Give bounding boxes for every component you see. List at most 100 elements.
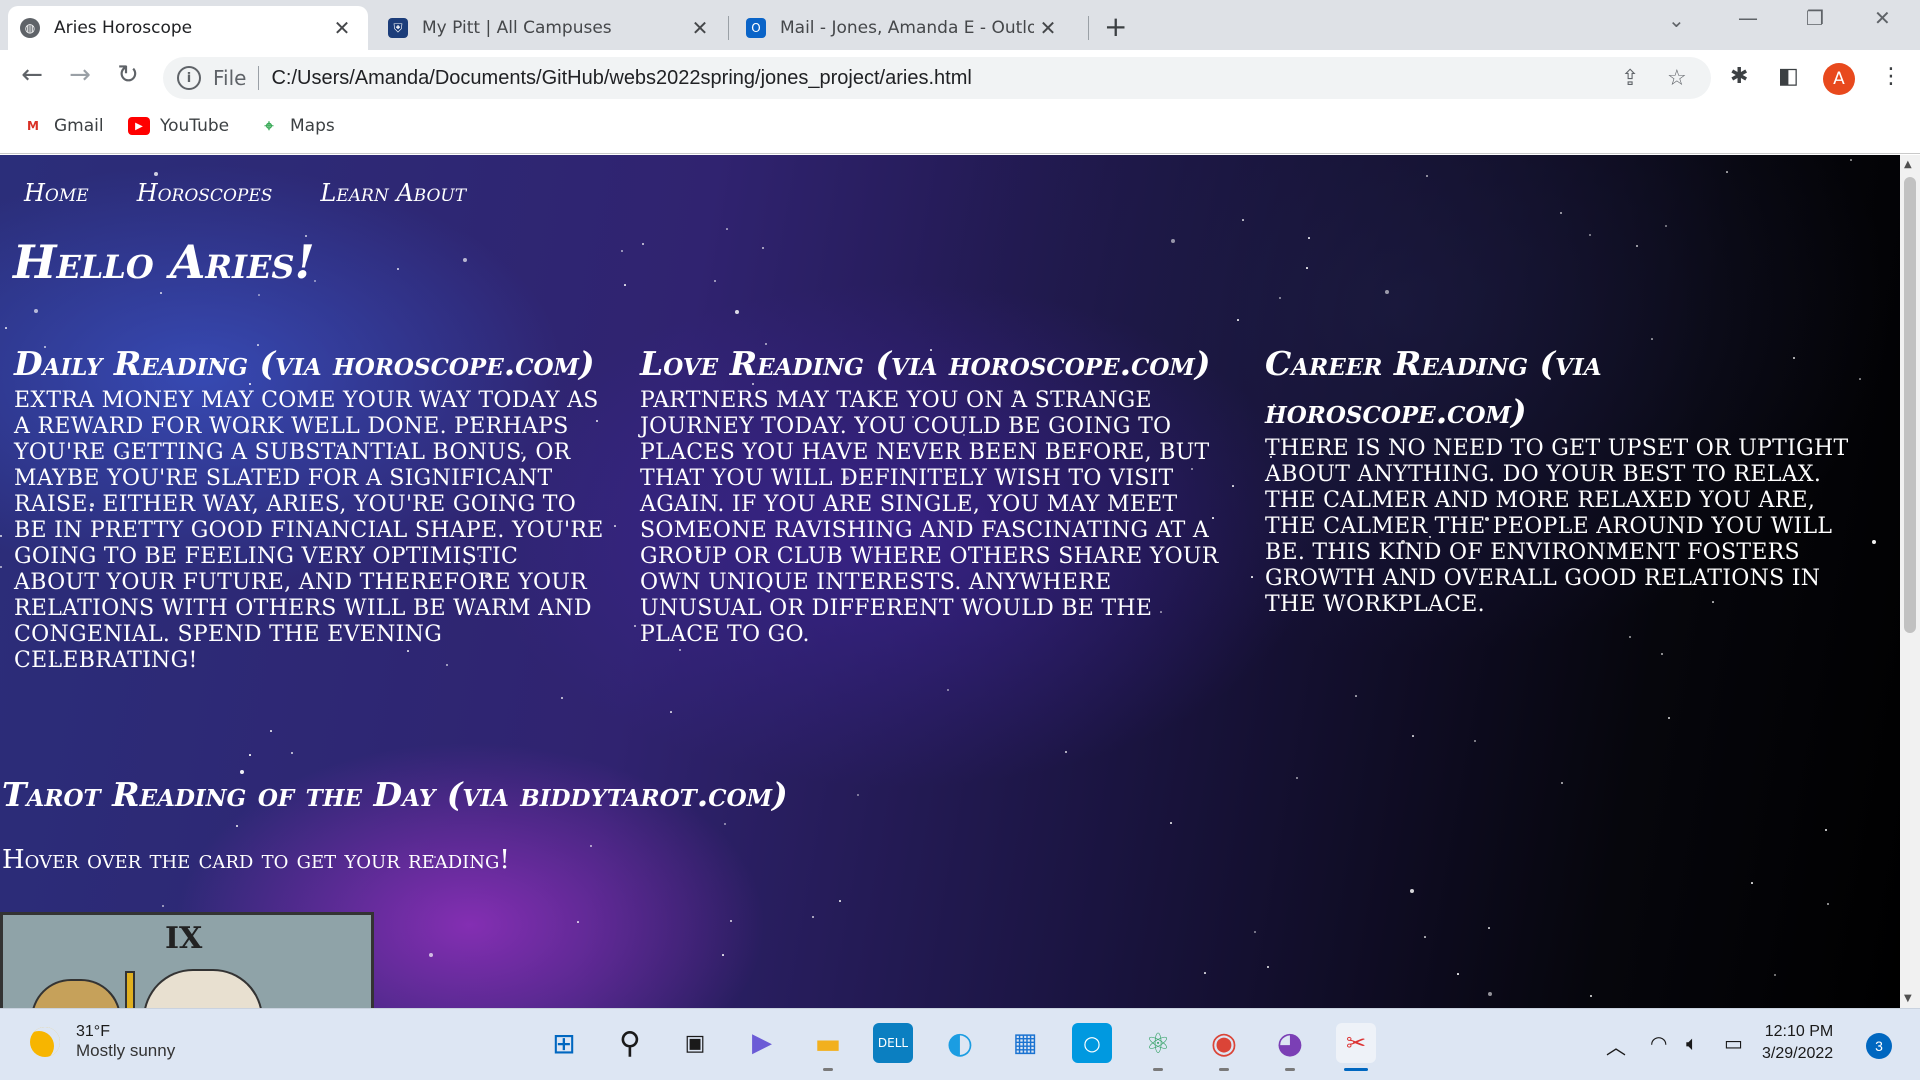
forward-button[interactable]: → — [62, 60, 98, 90]
reload-button[interactable]: ↻ — [110, 60, 146, 90]
tab-aries-horoscope[interactable]: ◍ Aries Horoscope ✕ — [8, 6, 368, 50]
github-desktop-icon[interactable]: ◕ — [1270, 1023, 1310, 1071]
star — [624, 284, 626, 286]
page-scrollbar[interactable]: ▲ ▼ — [1900, 155, 1920, 1008]
share-icon[interactable]: ⇪ — [1621, 66, 1639, 91]
daily-reading-heading: Daily Reading (via horoscope.com) — [14, 344, 595, 383]
close-tab-icon[interactable]: ✕ — [328, 16, 356, 40]
extensions-icon[interactable]: ✱ — [1730, 64, 1748, 89]
chrome-icon[interactable]: ◉ — [1204, 1023, 1244, 1071]
atom-icon[interactable]: ⚛ — [1138, 1023, 1178, 1071]
snipping-tool-icon[interactable]: ✂ — [1336, 1023, 1376, 1071]
star — [762, 247, 764, 249]
career-reading-section: Career Reading (via horoscope.com) There… — [1265, 340, 1855, 618]
new-tab-button[interactable]: + — [1104, 10, 1127, 43]
star — [1308, 237, 1310, 239]
tab-title: Aries Horoscope — [54, 18, 193, 38]
star — [722, 954, 724, 956]
store-icon[interactable]: ▦ — [1005, 1023, 1045, 1063]
tab-outlook-mail[interactable]: O Mail - Jones, Amanda E - Outlook ✕ — [734, 6, 1074, 50]
site-nav: Home Horoscopes Learn About — [24, 179, 466, 207]
bookmark-youtube[interactable]: ▶ YouTube — [128, 116, 229, 136]
tab-divider — [728, 16, 729, 40]
minimize-button[interactable]: — — [1738, 6, 1758, 30]
file-explorer-icon[interactable]: ▬ — [808, 1023, 848, 1071]
star — [1488, 992, 1492, 996]
star — [726, 228, 728, 230]
chat-icon[interactable]: ▶ — [742, 1023, 782, 1063]
star — [947, 689, 949, 691]
card-figure — [31, 979, 121, 1008]
star — [463, 258, 467, 262]
windows-taskbar: 31°F Mostly sunny ⊞ ⚲ ▣ ▶ ▬ DELL ◐ ▦ ○ ⚛… — [0, 1008, 1920, 1080]
star — [1410, 889, 1414, 893]
page-viewport: Home Horoscopes Learn About Hello Aries!… — [0, 155, 1900, 1008]
show-hidden-icons-chevron-icon[interactable]: ︿ — [1606, 1031, 1626, 1060]
start-icon[interactable]: ⊞ — [544, 1023, 584, 1063]
volume-muted-icon[interactable]: 🔈︎ — [1686, 1031, 1698, 1055]
wifi-icon[interactable]: ◠ — [1650, 1031, 1667, 1055]
page-title: Hello Aries! — [13, 235, 315, 289]
outlook-icon: O — [746, 18, 766, 38]
star — [5, 327, 7, 329]
globe-icon: ◍ — [20, 18, 40, 38]
star — [1267, 966, 1269, 968]
star — [162, 905, 164, 907]
star — [1296, 777, 1298, 779]
star — [1412, 735, 1414, 737]
clock-date: 3/29/2022 — [1762, 1045, 1834, 1062]
star — [1661, 653, 1663, 655]
nav-horoscopes-link[interactable]: Horoscopes — [137, 179, 273, 207]
bookmark-star-icon[interactable]: ☆ — [1667, 66, 1687, 91]
tab-my-pitt[interactable]: ⛨ My Pitt | All Campuses ✕ — [376, 6, 726, 50]
side-panel-icon[interactable]: ◧ — [1778, 64, 1799, 89]
youtube-icon: ▶ — [128, 117, 150, 135]
scroll-down-arrow-icon[interactable]: ▼ — [1904, 993, 1912, 1004]
search-icon[interactable]: ⚲ — [610, 1023, 650, 1063]
back-button[interactable]: ← — [14, 60, 50, 90]
profile-avatar[interactable]: A — [1823, 63, 1855, 95]
scroll-up-arrow-icon[interactable]: ▲ — [1904, 159, 1912, 170]
close-tab-icon[interactable]: ✕ — [686, 16, 714, 40]
bookmark-gmail[interactable]: M Gmail — [22, 116, 104, 136]
menu-kebab-icon[interactable]: ⋮ — [1880, 64, 1902, 89]
tab-strip: ◍ Aries Horoscope ✕ ⛨ My Pitt | All Camp… — [0, 0, 1920, 50]
tarot-card-hermit[interactable]: IX — [0, 912, 374, 1008]
restore-button[interactable]: ❐ — [1806, 6, 1824, 30]
dell-icon[interactable]: DELL — [873, 1023, 913, 1063]
address-bar[interactable]: i File C:/Users/Amanda/Documents/GitHub/… — [163, 57, 1711, 99]
clock-time: 12:10 PM — [1764, 1023, 1834, 1040]
address-url[interactable]: C:/Users/Amanda/Documents/GitHub/webs202… — [271, 67, 971, 90]
system-clock[interactable]: 12:10 PM 3/29/2022 — [1762, 1021, 1833, 1065]
battery-icon[interactable]: ▭ — [1724, 1031, 1743, 1055]
close-tab-icon[interactable]: ✕ — [1034, 16, 1062, 40]
notification-badge[interactable]: 3 — [1866, 1033, 1892, 1059]
star — [1170, 822, 1172, 824]
star — [857, 794, 859, 796]
star — [1474, 740, 1476, 742]
nav-home-link[interactable]: Home — [24, 179, 89, 207]
star — [839, 900, 841, 902]
task-view-icon[interactable]: ▣ — [675, 1023, 715, 1063]
browser-chrome: ◍ Aries Horoscope ✕ ⛨ My Pitt | All Camp… — [0, 0, 1920, 154]
star — [1825, 829, 1827, 831]
tab-title: My Pitt | All Campuses — [422, 18, 612, 38]
close-window-button[interactable]: ✕ — [1874, 6, 1891, 30]
star — [1279, 297, 1281, 299]
tab-title: Mail - Jones, Amanda E - Outlook — [780, 18, 1034, 38]
star — [1636, 245, 1638, 247]
bookmark-maps[interactable]: ⌖ Maps — [258, 116, 334, 136]
scrollbar-thumb[interactable] — [1904, 177, 1916, 633]
star — [1204, 972, 1206, 974]
tab-search-icon[interactable]: ⌄ — [1668, 8, 1685, 32]
star — [642, 243, 644, 245]
edge-icon[interactable]: ◐ — [940, 1023, 980, 1063]
weather-widget[interactable]: 31°F Mostly sunny — [30, 1023, 175, 1061]
star — [561, 697, 563, 699]
love-reading-heading: Love Reading (via horoscope.com) — [640, 344, 1211, 383]
site-info-icon[interactable]: i — [177, 66, 201, 90]
nav-learn-about-link[interactable]: Learn About — [320, 179, 466, 207]
star — [1665, 225, 1667, 227]
cortana-icon[interactable]: ○ — [1072, 1023, 1112, 1063]
star — [1171, 239, 1175, 243]
